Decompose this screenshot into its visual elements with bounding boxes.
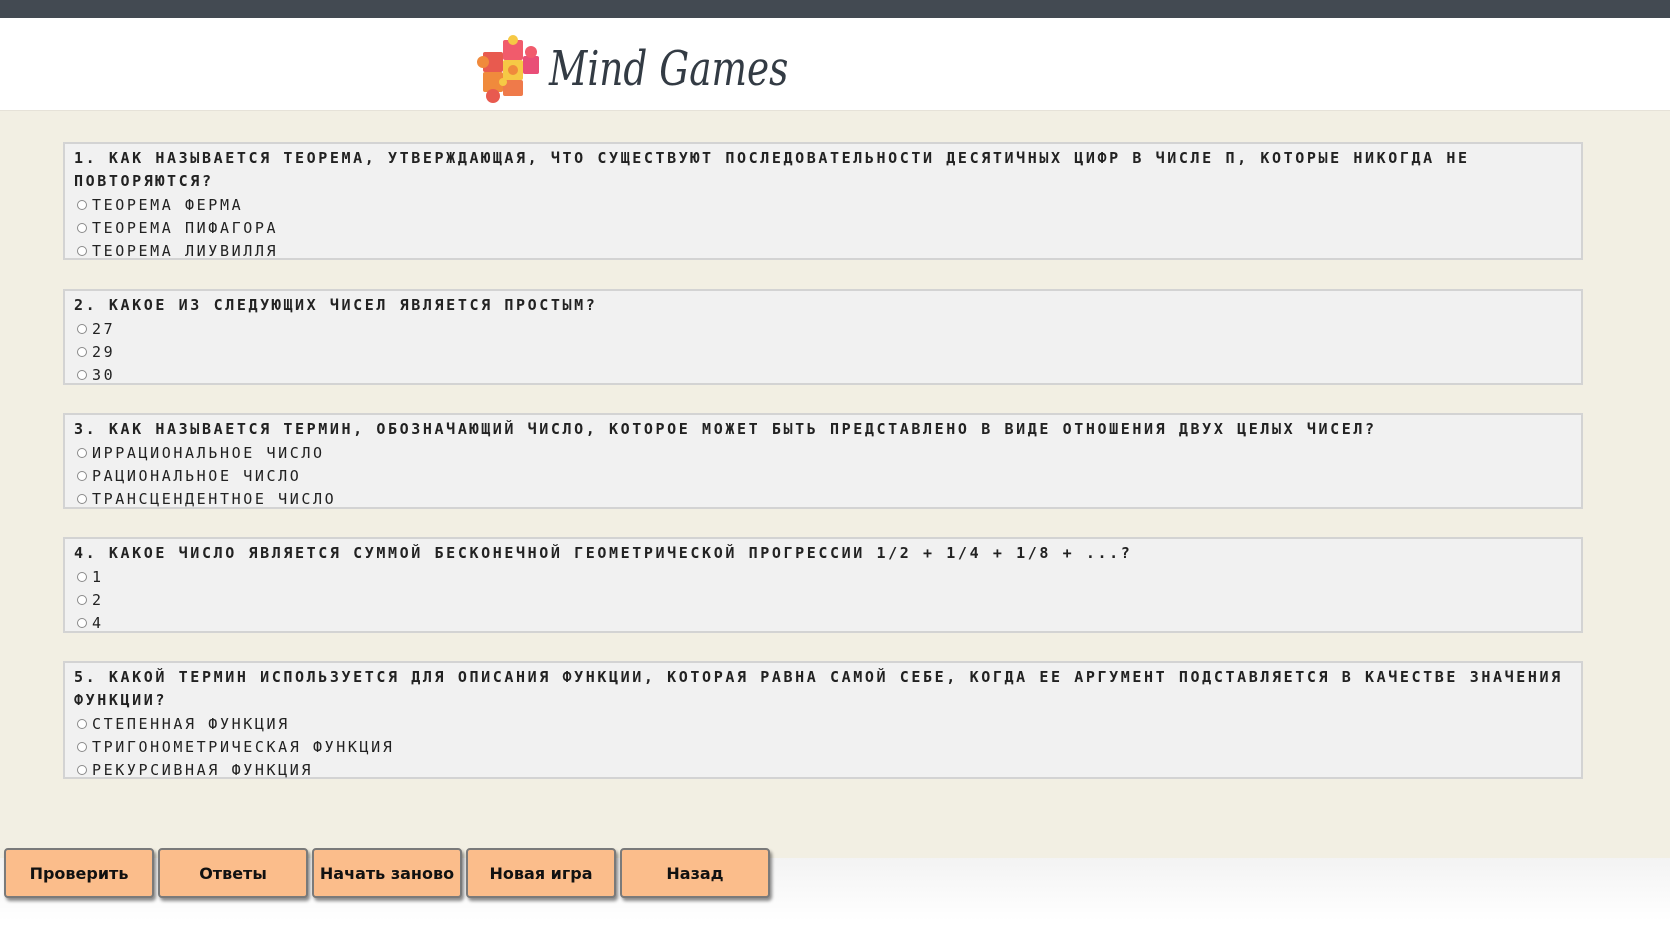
answer-option[interactable]: Теорема Пифагора [74, 216, 1573, 239]
radio-button[interactable] [77, 764, 87, 775]
radio-button[interactable] [77, 369, 87, 380]
radio-button[interactable] [77, 199, 87, 210]
answer-option[interactable]: 29 [74, 340, 1573, 363]
answers-button[interactable]: Ответы [158, 848, 308, 898]
site-header: Mind Games [0, 18, 1670, 111]
radio-button[interactable] [77, 222, 87, 233]
check-button[interactable]: Проверить [4, 848, 154, 898]
top-bar [0, 0, 1670, 18]
option-label: 29 [92, 342, 116, 361]
answer-option[interactable]: Теорема Ферма [74, 193, 1573, 216]
answer-option[interactable]: Трансцендентное число [74, 487, 1573, 510]
puzzle-logo-icon [477, 35, 539, 103]
option-label: 2 [92, 590, 104, 609]
question-card: 1. Как называется теорема, утверждающая,… [63, 142, 1583, 260]
option-label: Рациональное число [92, 466, 302, 485]
answer-option[interactable]: 1 [74, 565, 1573, 588]
question-card: 5. Какой термин используется для описани… [63, 661, 1583, 779]
logo[interactable]: Mind Games [473, 34, 856, 104]
answer-option[interactable]: 30 [74, 363, 1573, 386]
answer-option[interactable]: Рекурсивная функция [74, 758, 1573, 781]
option-label: Рекурсивная функция [92, 760, 313, 779]
option-label: Теорема Ферма [92, 195, 244, 214]
option-label: Теорема Пифагора [92, 218, 279, 237]
question-card: 2. Какое из следующих чисел является про… [63, 289, 1583, 385]
back-button[interactable]: Назад [620, 848, 770, 898]
logo-text: Mind Games [549, 41, 789, 97]
radio-button[interactable] [77, 594, 87, 605]
radio-button[interactable] [77, 470, 87, 481]
radio-button[interactable] [77, 323, 87, 334]
option-label: Теорема Лиувилля [92, 241, 279, 260]
answer-option[interactable]: Рациональное число [74, 464, 1573, 487]
radio-button[interactable] [77, 741, 87, 752]
radio-button[interactable] [77, 346, 87, 357]
question-title: 5. Какой термин используется для описани… [74, 668, 1563, 709]
answer-option[interactable]: Тригонометрическая функция [74, 735, 1573, 758]
quiz-area: 1. Как называется теорема, утверждающая,… [0, 111, 1670, 858]
option-label: 27 [92, 319, 116, 338]
radio-button[interactable] [77, 493, 87, 504]
option-label: 1 [92, 567, 104, 586]
question-title: 3. Как называется термин, обозначающий ч… [74, 420, 1377, 438]
question-title: 4. Какое число является суммой бесконечн… [74, 544, 1133, 562]
radio-button[interactable] [77, 571, 87, 582]
option-label: Тригонометрическая функция [92, 737, 395, 756]
answer-option[interactable]: 2 [74, 588, 1573, 611]
answer-option[interactable]: Степенная функция [74, 712, 1573, 735]
radio-button[interactable] [77, 718, 87, 729]
question-card: 4. Какое число является суммой бесконечн… [63, 537, 1583, 633]
answer-option[interactable]: Теорема Лиувилля [74, 239, 1573, 262]
question-title: 2. Какое из следующих чисел является про… [74, 296, 598, 314]
option-label: 30 [92, 365, 116, 384]
restart-button[interactable]: Начать заново [312, 848, 462, 898]
option-label: Степенная функция [92, 714, 290, 733]
radio-button[interactable] [77, 617, 87, 628]
question-title: 1. Как называется теорема, утверждающая,… [74, 149, 1470, 190]
answer-option[interactable]: 27 [74, 317, 1573, 340]
option-label: Иррациональное число [92, 443, 325, 462]
radio-button[interactable] [77, 245, 87, 256]
option-label: Трансцендентное число [92, 489, 337, 508]
radio-button[interactable] [77, 447, 87, 458]
option-label: 4 [92, 613, 104, 632]
question-card: 3. Как называется термин, обозначающий ч… [63, 413, 1583, 509]
answer-option[interactable]: 4 [74, 611, 1573, 634]
answer-option[interactable]: Иррациональное число [74, 441, 1573, 464]
new-game-button[interactable]: Новая игра [466, 848, 616, 898]
